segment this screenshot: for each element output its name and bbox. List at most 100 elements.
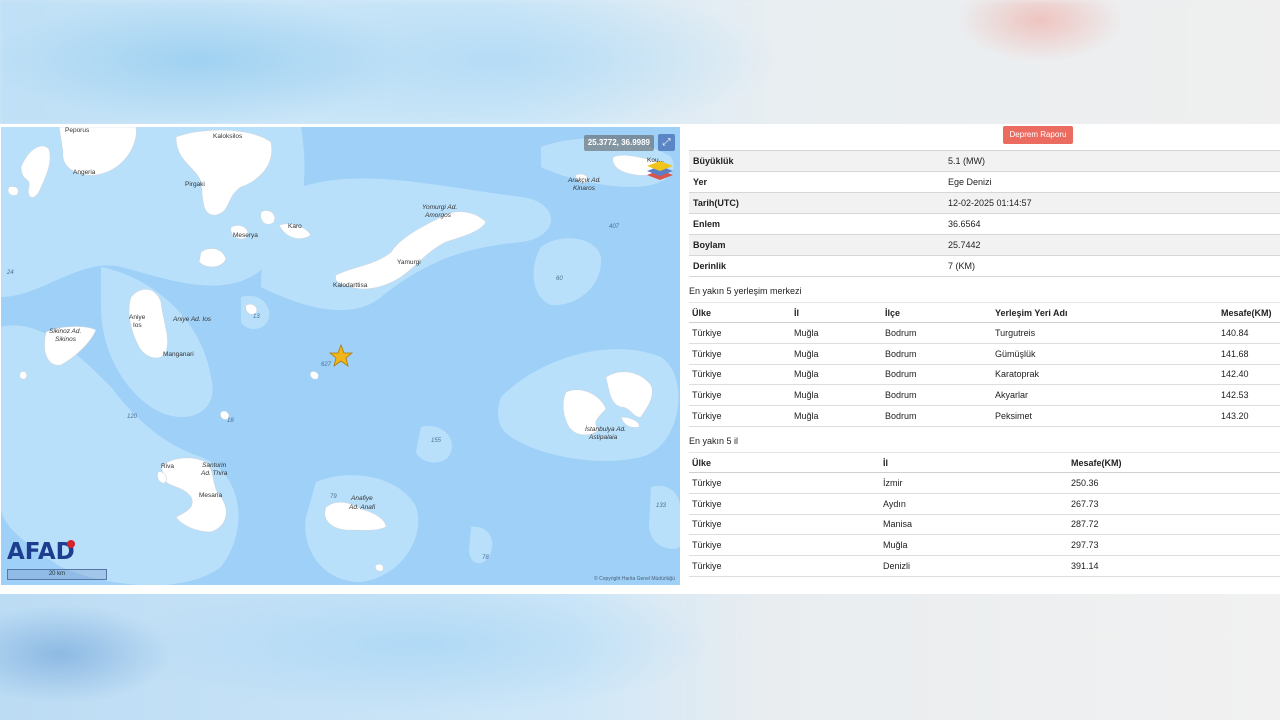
cell-country: Türkiye (689, 472, 880, 494)
table-row: Büyüklük 5.1 (MW) (689, 150, 1280, 172)
map-canvas[interactable] (1, 127, 680, 585)
cell-province: Muğla (791, 322, 882, 344)
map-label-meserya: Meserya (233, 232, 258, 239)
table-row: Enlem 36.6564 (689, 213, 1280, 235)
cell-distance: 391.14 (1068, 555, 1280, 577)
cell-distance: 141.68 (1218, 343, 1280, 365)
cell-province: İzmir (880, 472, 1068, 494)
table-row: Derinlik 7 (KM) (689, 255, 1280, 277)
map-label-koufonisi: Kou... (647, 157, 664, 164)
table-row: Türkiye Manisa 287.72 (689, 514, 1280, 536)
cell-province: Muğla (791, 364, 882, 386)
info-key: Yer (689, 171, 944, 193)
depth-label: 627 (321, 362, 332, 368)
settlements-table: Ülke İl İlçe Yerleşim Yeri Adı Mesafe(KM… (689, 302, 1280, 427)
info-value: 5.1 (MW) (944, 150, 1280, 172)
cell-settlement: Turgutreis (992, 322, 1218, 344)
map-label-peporus: Peporus (65, 127, 90, 134)
map-attribution: © Copyright Harita Genel Müdürlüğü (594, 576, 675, 582)
cell-distance: 142.53 (1218, 384, 1280, 407)
table-row: Türkiye Aydın 267.73 (689, 493, 1280, 515)
map-label-anafiye: Anafiye (351, 495, 373, 502)
cell-country: Türkiye (689, 555, 880, 577)
map-label-anafi: Ad. Anafi (349, 504, 376, 511)
map-scale-bar: 20 km (7, 569, 107, 580)
column-header: İlçe (882, 302, 992, 323)
map-label-aniye-ad: Aniye Ad. Ios (173, 316, 212, 323)
depth-label: 155 (431, 438, 442, 444)
cell-country: Türkiye (689, 343, 791, 365)
info-key: Boylam (689, 234, 944, 256)
cell-country: Türkiye (689, 534, 880, 557)
info-key: Enlem (689, 213, 944, 235)
cell-country: Türkiye (689, 384, 791, 407)
table-row: Boylam 25.7442 (689, 234, 1280, 256)
info-value: Ege Denizi (944, 171, 1280, 193)
table-row: Türkiye Muğla Bodrum Karatoprak 142.40 (689, 364, 1280, 386)
map-label-sikinoz: Sikinoz Ad. (49, 328, 82, 335)
map-label-aniye: Aniye (129, 314, 146, 321)
info-key: Derinlik (689, 255, 944, 277)
cell-province: Muğla (791, 384, 882, 407)
map-label-yomurgi: Yomurgi Ad. (422, 204, 458, 211)
blurred-background-bottom (0, 594, 1280, 720)
table-row: Türkiye Muğla 297.73 (689, 534, 1280, 557)
fullscreen-button[interactable]: ⤢ (658, 134, 675, 151)
earthquake-map[interactable]: Kaloksilos Peporus Angeria Pirgaki Meser… (1, 127, 680, 585)
blurred-background-top (0, 0, 1280, 124)
map-label-kalodarttisa: Kalodarttisa (333, 282, 368, 289)
cell-distance: 297.73 (1068, 534, 1280, 557)
cell-district: Bodrum (882, 343, 992, 365)
depth-label: 120 (127, 414, 138, 420)
depth-label: 60 (556, 276, 563, 282)
map-label-sikinos: Sikinos (55, 336, 76, 343)
earthquake-report-button[interactable]: Deprem Raporu (1003, 126, 1073, 144)
table-row: Türkiye İzmir 250.36 (689, 472, 1280, 494)
depth-label: 133 (656, 503, 667, 509)
cell-settlement: Akyarlar (992, 384, 1218, 407)
table-row: Türkiye Denizli 391.14 (689, 555, 1280, 577)
depth-label: 79 (330, 494, 337, 500)
cell-province: Muğla (791, 405, 882, 427)
map-label-pirgaki: Pirgaki (185, 181, 205, 188)
cell-settlement: Gümüşlük (992, 343, 1218, 365)
cell-country: Türkiye (689, 364, 791, 386)
epicenter-star-icon[interactable] (328, 343, 354, 367)
cell-province: Muğla (880, 534, 1068, 557)
depth-label: 13 (253, 314, 260, 320)
map-label-astipalaia: Astipalaia (589, 434, 618, 441)
cell-province: Manisa (880, 514, 1068, 536)
cell-distance: 250.36 (1068, 472, 1280, 494)
column-header: İl (791, 302, 882, 323)
info-value: 25.7442 (944, 234, 1280, 256)
info-value: 36.6564 (944, 213, 1280, 235)
cell-province: Aydın (880, 493, 1068, 515)
column-header: Mesafe(KM) (1068, 452, 1280, 473)
table-row: Yer Ege Denizi (689, 171, 1280, 193)
map-label-angeria: Angeria (73, 169, 96, 176)
info-key: Tarih(UTC) (689, 192, 944, 214)
turkish-flag-icon (67, 540, 75, 548)
info-key: Büyüklük (689, 150, 944, 172)
column-header: Ülke (689, 302, 791, 323)
map-label-istanbulya: İstanbulya Ad. (585, 426, 626, 433)
cell-district: Bodrum (882, 322, 992, 344)
expand-icon: ⤢ (662, 137, 671, 148)
map-label-riva: Riva (161, 463, 175, 470)
column-header: Mesafe(KM) (1218, 302, 1280, 323)
cell-distance: 140.84 (1218, 322, 1280, 344)
cell-country: Türkiye (689, 405, 791, 427)
cell-province: Muğla (791, 343, 882, 365)
table-row: Türkiye Muğla Bodrum Peksimet 143.20 (689, 405, 1280, 427)
earthquake-info-table: Büyüklük 5.1 (MW) Yer Ege Denizi Tarih(UTC… (689, 150, 1280, 277)
cell-district: Bodrum (882, 384, 992, 407)
cell-district: Bodrum (882, 405, 992, 427)
depth-label: 24 (7, 270, 14, 276)
cell-distance: 267.73 (1068, 493, 1280, 515)
map-label-kaloksilos: Kaloksilos (213, 133, 243, 140)
cell-distance: 142.40 (1218, 364, 1280, 386)
depth-label: 407 (609, 224, 620, 230)
map-label-karo: Karo (288, 223, 302, 230)
column-header: Ülke (689, 452, 880, 473)
table-row: Türkiye Muğla Bodrum Gümüşlük 141.68 (689, 343, 1280, 365)
